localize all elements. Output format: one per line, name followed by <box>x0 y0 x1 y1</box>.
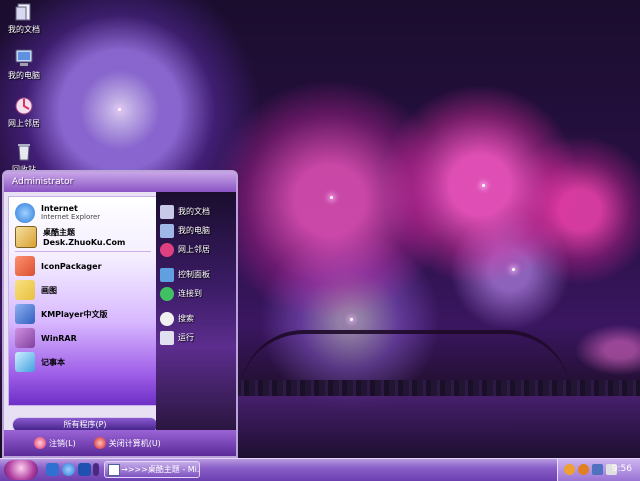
places-item-label: 搜索 <box>178 314 194 323</box>
desktop-icon-label: 网上邻居 <box>8 119 40 128</box>
harbour-water <box>235 392 640 458</box>
places-item-label: 连接到 <box>178 289 202 298</box>
connect-to-icon <box>160 286 174 301</box>
zhuoku-icon <box>15 226 37 248</box>
places-item-control-panel[interactable]: 控制面板 <box>156 265 236 284</box>
start-menu-programs-pane: Internet Internet Explorer 桌酷主题Desk.Zhuo… <box>8 196 158 406</box>
firework-sparkle <box>350 318 353 321</box>
logoff-icon <box>34 437 46 449</box>
start-item-title: WinRAR <box>41 333 77 343</box>
start-item-winrar[interactable]: WinRAR <box>9 326 157 350</box>
places-item-connect-to[interactable]: 连接到 <box>156 284 236 303</box>
network-places-icon <box>14 96 34 116</box>
places-item-label: 我的文档 <box>178 207 210 216</box>
winrar-icon <box>15 328 35 348</box>
start-menu: Administrator Internet Internet Explorer… <box>2 170 238 458</box>
harbour-bridge <box>240 330 570 394</box>
tray-app-icon[interactable] <box>564 464 575 475</box>
desktop-icon-my-documents[interactable]: 我的文档 <box>2 2 46 35</box>
firework-sparkle <box>482 184 485 187</box>
window-icon <box>108 464 120 476</box>
shutdown-button[interactable]: 关闭计算机(U) <box>93 437 161 449</box>
start-item-subtitle: Internet Explorer <box>41 213 101 221</box>
taskbar-clock[interactable]: 9:56 <box>612 464 632 474</box>
search-icon <box>160 311 174 326</box>
places-item-my-computer[interactable]: 我的电脑 <box>156 221 236 240</box>
start-menu-user-name: Administrator <box>4 172 236 192</box>
quicklaunch-show-desktop-icon[interactable] <box>46 463 59 476</box>
taskbar-window-label: →>>>桌酷主题 - Mi... <box>121 465 200 474</box>
logoff-button[interactable]: 注销(L) <box>34 437 76 449</box>
menu-separator <box>15 251 151 252</box>
network-places-icon <box>160 242 174 257</box>
places-item-search[interactable]: 搜索 <box>156 309 236 328</box>
places-item-run[interactable]: 运行 <box>156 328 236 347</box>
iconpackager-icon <box>15 256 35 276</box>
quicklaunch-expand-icon[interactable] <box>93 463 99 476</box>
start-item-iconpackager[interactable]: IconPackager <box>9 254 157 278</box>
taskbar-window-button[interactable]: →>>>桌酷主题 - Mi... <box>104 461 200 478</box>
control-panel-icon <box>160 267 174 282</box>
notepad-icon <box>15 352 35 372</box>
places-item-label: 控制面板 <box>178 270 210 279</box>
places-item-my-documents[interactable]: 我的文档 <box>156 202 236 221</box>
desktop-icon-label: 我的文档 <box>8 25 40 34</box>
internet-explorer-icon <box>15 203 35 223</box>
tray-app-icon[interactable] <box>578 464 589 475</box>
start-button[interactable] <box>4 460 38 480</box>
taskbar: →>>>桌酷主题 - Mi... 9:56 <box>0 458 640 481</box>
start-item-internet[interactable]: Internet Internet Explorer <box>9 201 157 225</box>
firework-sparkle <box>512 268 515 271</box>
places-item-label: 运行 <box>178 333 194 342</box>
my-documents-icon <box>160 204 174 219</box>
desktop-icon-network-places[interactable]: 网上邻居 <box>2 96 46 129</box>
start-item-kmplayer[interactable]: KMPlayer中文版 <box>9 302 157 326</box>
desktop-icon-my-computer[interactable]: 我的电脑 <box>2 48 46 81</box>
start-item-paint[interactable]: 画图 <box>9 278 157 302</box>
places-item-label: 网上邻居 <box>178 245 210 254</box>
shutdown-label: 关闭计算机(U) <box>108 438 161 448</box>
places-item-network-places[interactable]: 网上邻居 <box>156 240 236 259</box>
shutdown-icon <box>93 437 106 449</box>
run-icon <box>160 330 174 345</box>
start-item-notepad[interactable]: 记事本 <box>9 350 157 374</box>
start-item-title: 记事本 <box>41 357 65 367</box>
paint-icon <box>15 280 35 300</box>
start-item-title: 画图 <box>41 285 57 295</box>
start-item-title: KMPlayer中文版 <box>41 309 108 319</box>
recycle-bin-icon <box>14 142 34 162</box>
quicklaunch-internet-explorer-icon[interactable] <box>62 463 75 476</box>
start-item-zhuoku[interactable]: 桌酷主题Desk.ZhuoKu.Com <box>9 225 157 249</box>
my-documents-icon <box>14 2 34 22</box>
kmplayer-icon <box>15 304 35 324</box>
start-item-title: 桌酷主题Desk.ZhuoKu.Com <box>43 228 126 247</box>
firework-sparkle <box>118 108 121 111</box>
start-menu-places-pane: 我的文档 我的电脑 网上邻居 控制面板 连接到 搜索 运行 <box>156 192 236 430</box>
firework-sparkle <box>330 196 333 199</box>
tray-network-icon[interactable] <box>592 464 603 475</box>
start-menu-footer: 注销(L) 关闭计算机(U) <box>4 430 236 456</box>
my-computer-icon <box>160 223 174 238</box>
desktop-icon-label: 我的电脑 <box>8 71 40 80</box>
logoff-label: 注销(L) <box>49 438 76 448</box>
quicklaunch-media-player-icon[interactable] <box>78 463 91 476</box>
my-computer-icon <box>14 48 34 68</box>
start-item-title: IconPackager <box>41 261 102 271</box>
start-item-title: Internet <box>41 204 78 213</box>
system-tray: 9:56 <box>557 459 640 481</box>
places-item-label: 我的电脑 <box>178 226 210 235</box>
